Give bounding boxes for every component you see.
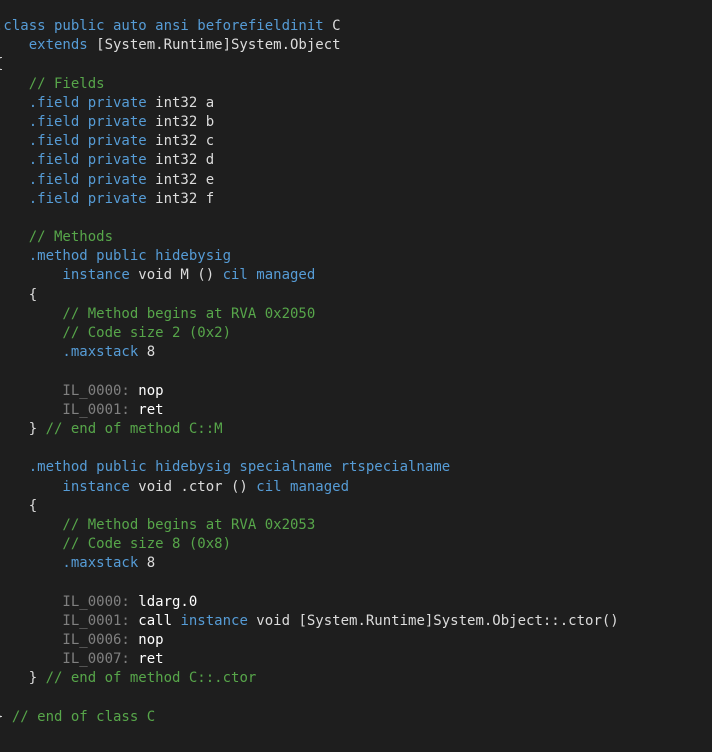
- code-line: } // end of method C::.ctor: [0, 669, 619, 688]
- code-line: .field private int32 c: [0, 132, 619, 151]
- code-token: .maxstack: [0, 555, 139, 572]
- code-token: {: [0, 56, 3, 72]
- code-line: ​: [0, 209, 619, 228]
- code-line: IL_0000: ldarg.0: [0, 593, 619, 612]
- code-token: 8: [138, 555, 156, 572]
- code-token: // Fields: [0, 75, 105, 92]
- code-line: IL_0000: nop: [0, 382, 619, 401]
- code-token: // end of method C::.ctor: [45, 670, 257, 687]
- code-token: 8: [138, 344, 156, 361]
- code-token: }: [0, 709, 12, 725]
- code-line: .field private int32 f: [0, 190, 619, 209]
- code-line: .method public hidebysig specialname rts…: [0, 458, 619, 477]
- code-token: ret: [129, 651, 164, 668]
- code-line: .maxstack 8: [0, 554, 619, 573]
- code-token: .method public hidebysig specialname rts…: [0, 459, 451, 476]
- code-token: {: [28, 497, 38, 514]
- code-token: // Method begins at RVA 0x2053: [0, 516, 316, 533]
- code-line: .maxstack 8: [0, 343, 619, 362]
- code-line: ​: [0, 573, 619, 592]
- code-line: extends [System.Runtime]System.Object: [0, 36, 619, 55]
- code-token: // end of method C::M: [45, 420, 223, 437]
- code-line: ​: [0, 689, 619, 708]
- code-line: // Methods: [0, 228, 619, 247]
- code-token: int32 c: [146, 133, 215, 150]
- code-token: {: [28, 286, 38, 303]
- code-line: instance void M () cil managed: [0, 266, 619, 285]
- code-token: int32 e: [146, 171, 215, 188]
- code-token: .field private: [0, 133, 147, 150]
- code-line: // Method begins at RVA 0x2050: [0, 305, 619, 324]
- code-line: {: [0, 497, 619, 516]
- code-token: // end of class C: [11, 708, 156, 725]
- code-token: IL_0000:: [0, 593, 130, 610]
- code-line: .class public auto ansi beforefieldinit …: [0, 17, 619, 36]
- code-token: instance: [0, 267, 130, 284]
- code-token: cil managed: [256, 478, 350, 495]
- code-line: IL_0001: call instance void [System.Runt…: [0, 612, 619, 631]
- code-line: IL_0006: nop: [0, 631, 619, 650]
- code-token: IL_0006:: [0, 632, 130, 648]
- il-code-view: .class public auto ansi beforefieldinit …: [0, 17, 619, 727]
- code-token: .field private: [0, 190, 147, 207]
- code-token: // Methods: [0, 229, 114, 246]
- code-line: {: [0, 286, 619, 305]
- code-token: void M (): [129, 267, 223, 284]
- code-line: ​: [0, 439, 619, 458]
- code-line: .method public hidebysig: [0, 247, 619, 266]
- code-line: // Fields: [0, 75, 619, 94]
- code-line: // Code size 2 (0x2): [0, 324, 619, 343]
- code-token: .field private: [0, 171, 147, 188]
- code-token: int32 d: [146, 152, 215, 169]
- code-line: instance void .ctor () cil managed: [0, 478, 619, 497]
- code-token: IL_0000:: [0, 382, 130, 399]
- code-token: instance: [0, 478, 130, 495]
- code-token: int32 a: [146, 94, 215, 111]
- code-line: .field private int32 e: [0, 171, 619, 190]
- code-token: .field private: [0, 94, 147, 111]
- code-line: // Code size 8 (0x8): [0, 535, 619, 554]
- code-token: ret: [129, 401, 164, 418]
- code-line: {: [0, 55, 619, 74]
- code-line: // Method begins at RVA 0x2053: [0, 516, 619, 535]
- code-token: int32 b: [146, 113, 215, 130]
- code-line: ​: [0, 362, 619, 381]
- code-token: .field private: [0, 152, 147, 169]
- code-token: void .ctor (): [129, 478, 257, 495]
- code-token: cil managed: [222, 267, 316, 284]
- code-token: .maxstack: [0, 344, 139, 361]
- code-token: nop: [129, 382, 164, 399]
- code-token: IL_0001:: [0, 401, 130, 418]
- code-line: } // end of method C::M: [0, 420, 619, 439]
- code-line: .field private int32 a: [0, 94, 619, 113]
- code-token: // Code size 2 (0x2): [0, 325, 232, 341]
- code-token: instance: [180, 612, 248, 629]
- code-line: } // end of class C: [0, 708, 619, 727]
- code-token: C: [323, 18, 341, 34]
- code-editor[interactable]: .class public auto ansi beforefieldinit …: [0, 0, 712, 752]
- code-token: }: [0, 670, 46, 687]
- code-token: .field private: [0, 113, 147, 130]
- code-token: .class public auto ansi beforefieldinit: [0, 18, 324, 34]
- code-token: // Code size 8 (0x8): [0, 536, 232, 553]
- code-token: }: [0, 420, 46, 437]
- code-token: extends: [0, 37, 88, 54]
- code-token: IL_0001:: [0, 612, 130, 629]
- code-line: IL_0007: ret: [0, 650, 619, 669]
- code-token: ldarg.0: [129, 593, 198, 610]
- code-token: call: [129, 612, 181, 629]
- code-token: nop: [129, 632, 164, 648]
- code-token: int32 f: [146, 190, 215, 207]
- code-line: .field private int32 b: [0, 113, 619, 132]
- code-token: IL_0007:: [0, 651, 130, 668]
- code-line: .field private int32 d: [0, 151, 619, 170]
- code-token: [System.Runtime]System.Object: [87, 37, 341, 54]
- code-token: .method public hidebysig: [0, 248, 232, 265]
- code-line: IL_0001: ret: [0, 401, 619, 420]
- code-token: // Method begins at RVA 0x2050: [0, 305, 316, 322]
- code-token: void [System.Runtime]System.Object::.cto…: [247, 612, 619, 629]
